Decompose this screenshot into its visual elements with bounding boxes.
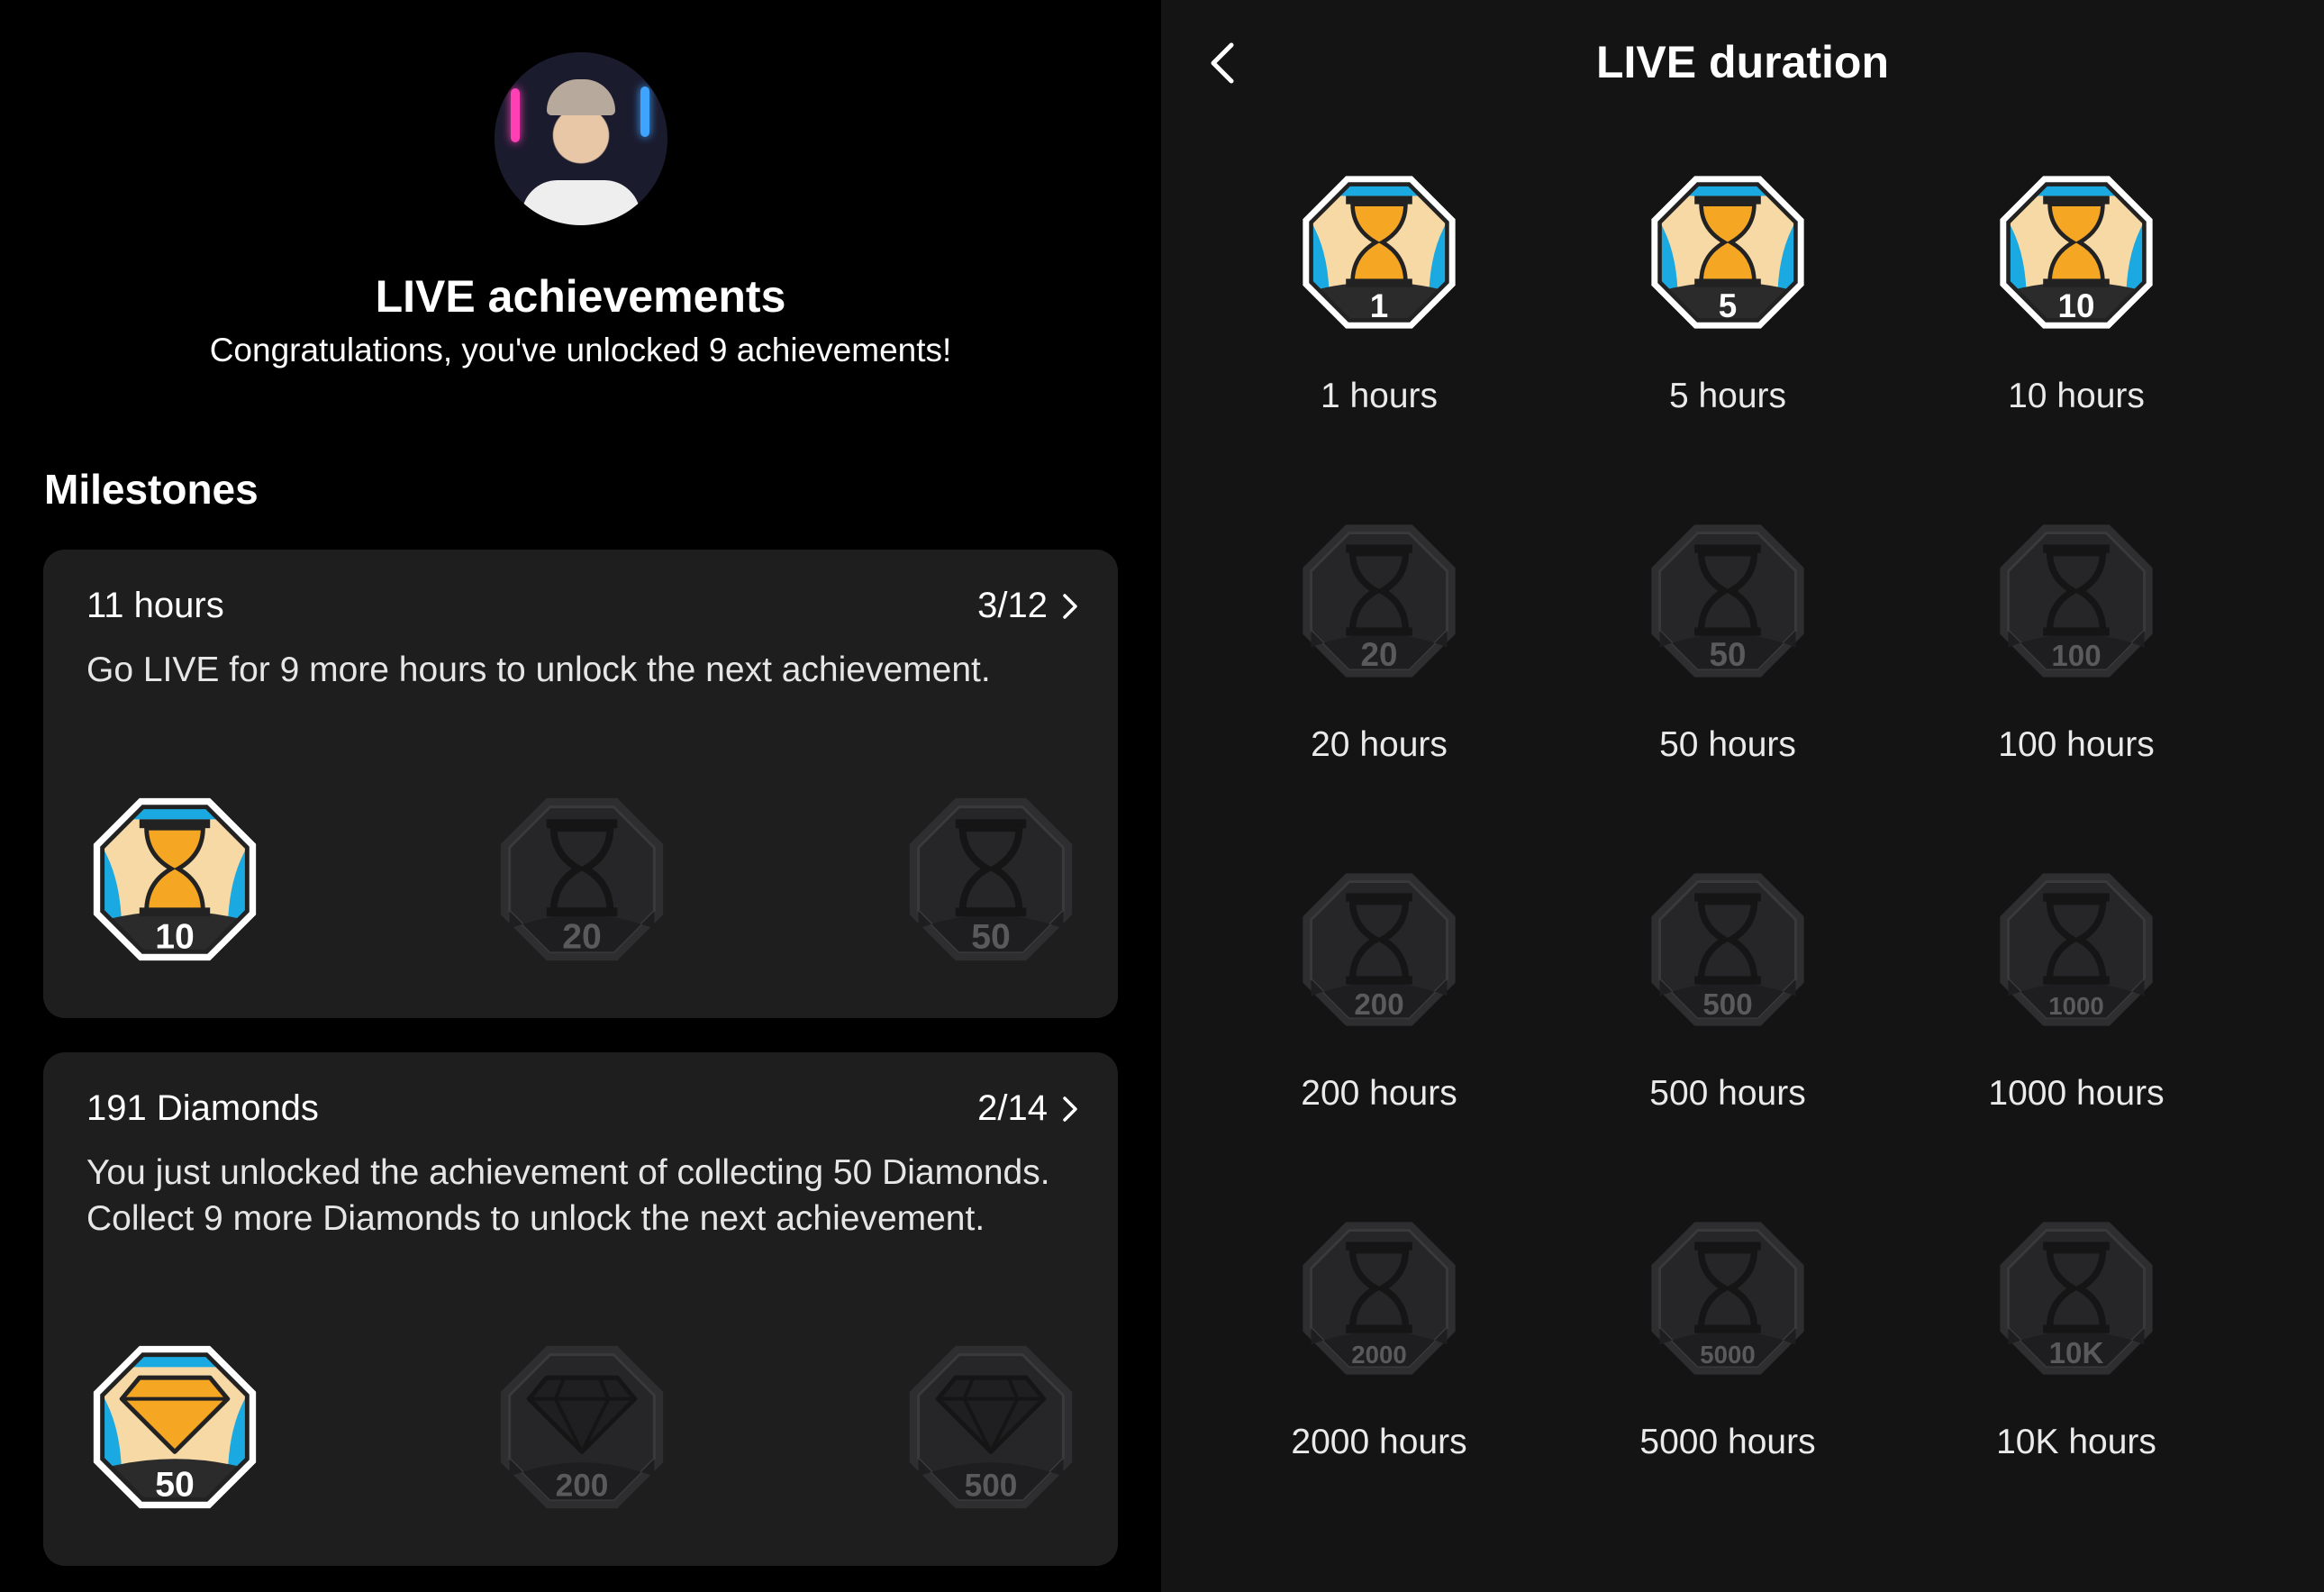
badge-hourglass-10: 10: [86, 791, 263, 968]
milestone-card-hours[interactable]: 11 hours 3/12 Go LIVE for 9 more hours t…: [43, 550, 1118, 1018]
duration-item[interactable]: 200 200 hours: [1244, 867, 1514, 1114]
svg-text:500: 500: [965, 1468, 1018, 1503]
svg-text:20: 20: [1361, 636, 1398, 673]
diamond-icon: 50: [93, 1345, 257, 1509]
duration-label: 10K hours: [1996, 1423, 2156, 1461]
avatar[interactable]: [495, 52, 667, 225]
card-description: Go LIVE for 9 more hours to unlock the n…: [86, 650, 991, 689]
duration-item[interactable]: 50 50 hours: [1593, 518, 1863, 765]
section-heading: Milestones: [44, 466, 259, 513]
duration-label: 200 hours: [1301, 1074, 1457, 1113]
duration-label: 1000 hours: [1988, 1074, 2165, 1113]
duration-badge: 1: [1296, 169, 1462, 335]
duration-badge: 1000: [1993, 867, 2159, 1033]
hourglass-icon: 1000: [2000, 873, 2153, 1026]
duration-badge: 500: [1645, 867, 1811, 1033]
duration-label: 20 hours: [1311, 725, 1448, 764]
duration-item[interactable]: 5 5 hours: [1593, 169, 1863, 416]
duration-item[interactable]: 500 500 hours: [1593, 867, 1863, 1114]
duration-badge: 200: [1296, 867, 1462, 1033]
duration-item[interactable]: 2000 2000 hours: [1244, 1215, 1514, 1462]
chevron-right-icon: [1063, 593, 1077, 619]
svg-text:200: 200: [556, 1468, 609, 1503]
svg-text:20: 20: [562, 917, 602, 956]
svg-text:5: 5: [1719, 287, 1737, 324]
duration-label: 50 hours: [1659, 725, 1796, 764]
badge-diamond-500: 500: [903, 1339, 1079, 1515]
duration-label: 500 hours: [1649, 1074, 1806, 1113]
duration-item[interactable]: 10 10 hours: [1941, 169, 2211, 416]
achievements-panel: LIVE achievements Congratulations, you'v…: [0, 0, 1161, 1592]
svg-text:50: 50: [155, 1465, 195, 1504]
hourglass-icon: 5: [1651, 176, 1804, 329]
hourglass-icon: 20: [1303, 524, 1456, 678]
duration-label: 5000 hours: [1639, 1423, 1816, 1461]
svg-text:5000: 5000: [1700, 1341, 1755, 1369]
duration-item[interactable]: 1000 1000 hours: [1941, 867, 2211, 1114]
svg-text:50: 50: [971, 917, 1011, 956]
card-progress-count[interactable]: 3/12: [977, 586, 1078, 626]
duration-item[interactable]: 100 100 hours: [1941, 518, 2211, 765]
hourglass-icon: 20: [500, 797, 664, 961]
duration-item[interactable]: 10K 10K hours: [1941, 1215, 2211, 1462]
badge-hourglass-20: 20: [494, 791, 670, 968]
duration-item[interactable]: 1 1 hours: [1244, 169, 1514, 416]
hourglass-icon: 10: [93, 797, 257, 961]
hourglass-icon: 10: [2000, 176, 2153, 329]
hourglass-icon: 50: [1651, 524, 1804, 678]
svg-text:100: 100: [2051, 640, 2101, 673]
hourglass-icon: 5000: [1651, 1222, 1804, 1375]
hourglass-icon: 1: [1303, 176, 1456, 329]
duration-label: 1 hours: [1320, 377, 1439, 415]
card-description: You just unlocked the achievement of col…: [86, 1153, 1050, 1238]
card-title: 191 Diamonds: [86, 1088, 319, 1128]
duration-label: 10 hours: [2008, 377, 2145, 415]
duration-label: 2000 hours: [1291, 1423, 1467, 1461]
chevron-right-icon: [1063, 1096, 1077, 1122]
duration-item[interactable]: 5000 5000 hours: [1593, 1215, 1863, 1462]
card-progress-count[interactable]: 2/14: [977, 1088, 1078, 1129]
duration-badge: 100: [1993, 518, 2159, 684]
hourglass-icon: 50: [909, 797, 1073, 961]
hourglass-icon: 2000: [1303, 1222, 1456, 1375]
hourglass-icon: 500: [1651, 873, 1804, 1026]
svg-text:1: 1: [1370, 287, 1388, 324]
badge-diamond-200: 200: [494, 1339, 670, 1515]
svg-text:10K: 10K: [2049, 1337, 2104, 1370]
diamond-icon: 500: [909, 1345, 1073, 1509]
duration-badge: 2000: [1296, 1215, 1462, 1381]
hourglass-icon: 100: [2000, 524, 2153, 678]
page-subtitle: Congratulations, you've unlocked 9 achie…: [209, 332, 952, 368]
svg-text:1000: 1000: [2048, 992, 2103, 1020]
svg-text:2000: 2000: [1351, 1341, 1406, 1369]
duration-badge: 10: [1993, 169, 2159, 335]
svg-text:200: 200: [1354, 988, 1403, 1022]
duration-label: 5 hours: [1668, 377, 1787, 415]
duration-badge: 50: [1645, 518, 1811, 684]
svg-text:50: 50: [1710, 636, 1747, 673]
badge-hourglass-50: 50: [903, 791, 1079, 968]
hourglass-icon: 10K: [2000, 1222, 2153, 1375]
badge-diamond-50: 50: [86, 1339, 263, 1515]
duration-badge: 5000: [1645, 1215, 1811, 1381]
live-duration-panel: LIVE duration 1 1 hours 5 5 hours 10 10 hours…: [1161, 0, 2324, 1592]
hourglass-icon: 200: [1303, 873, 1456, 1026]
duration-badge: 5: [1645, 169, 1811, 335]
card-title: 11 hours: [86, 586, 224, 625]
page-title: LIVE achievements: [375, 271, 786, 322]
duration-badge: 20: [1296, 518, 1462, 684]
diamond-icon: 200: [500, 1345, 664, 1509]
svg-text:500: 500: [1702, 988, 1752, 1022]
duration-item[interactable]: 20 20 hours: [1244, 518, 1514, 765]
duration-badge: 10K: [1993, 1215, 2159, 1381]
duration-label: 100 hours: [1998, 725, 2155, 764]
milestone-card-diamonds[interactable]: 191 Diamonds 2/14 You just unlocked the …: [43, 1052, 1118, 1566]
page-title: LIVE duration: [1596, 37, 1889, 87]
svg-text:10: 10: [155, 917, 195, 956]
svg-text:10: 10: [2058, 287, 2095, 324]
